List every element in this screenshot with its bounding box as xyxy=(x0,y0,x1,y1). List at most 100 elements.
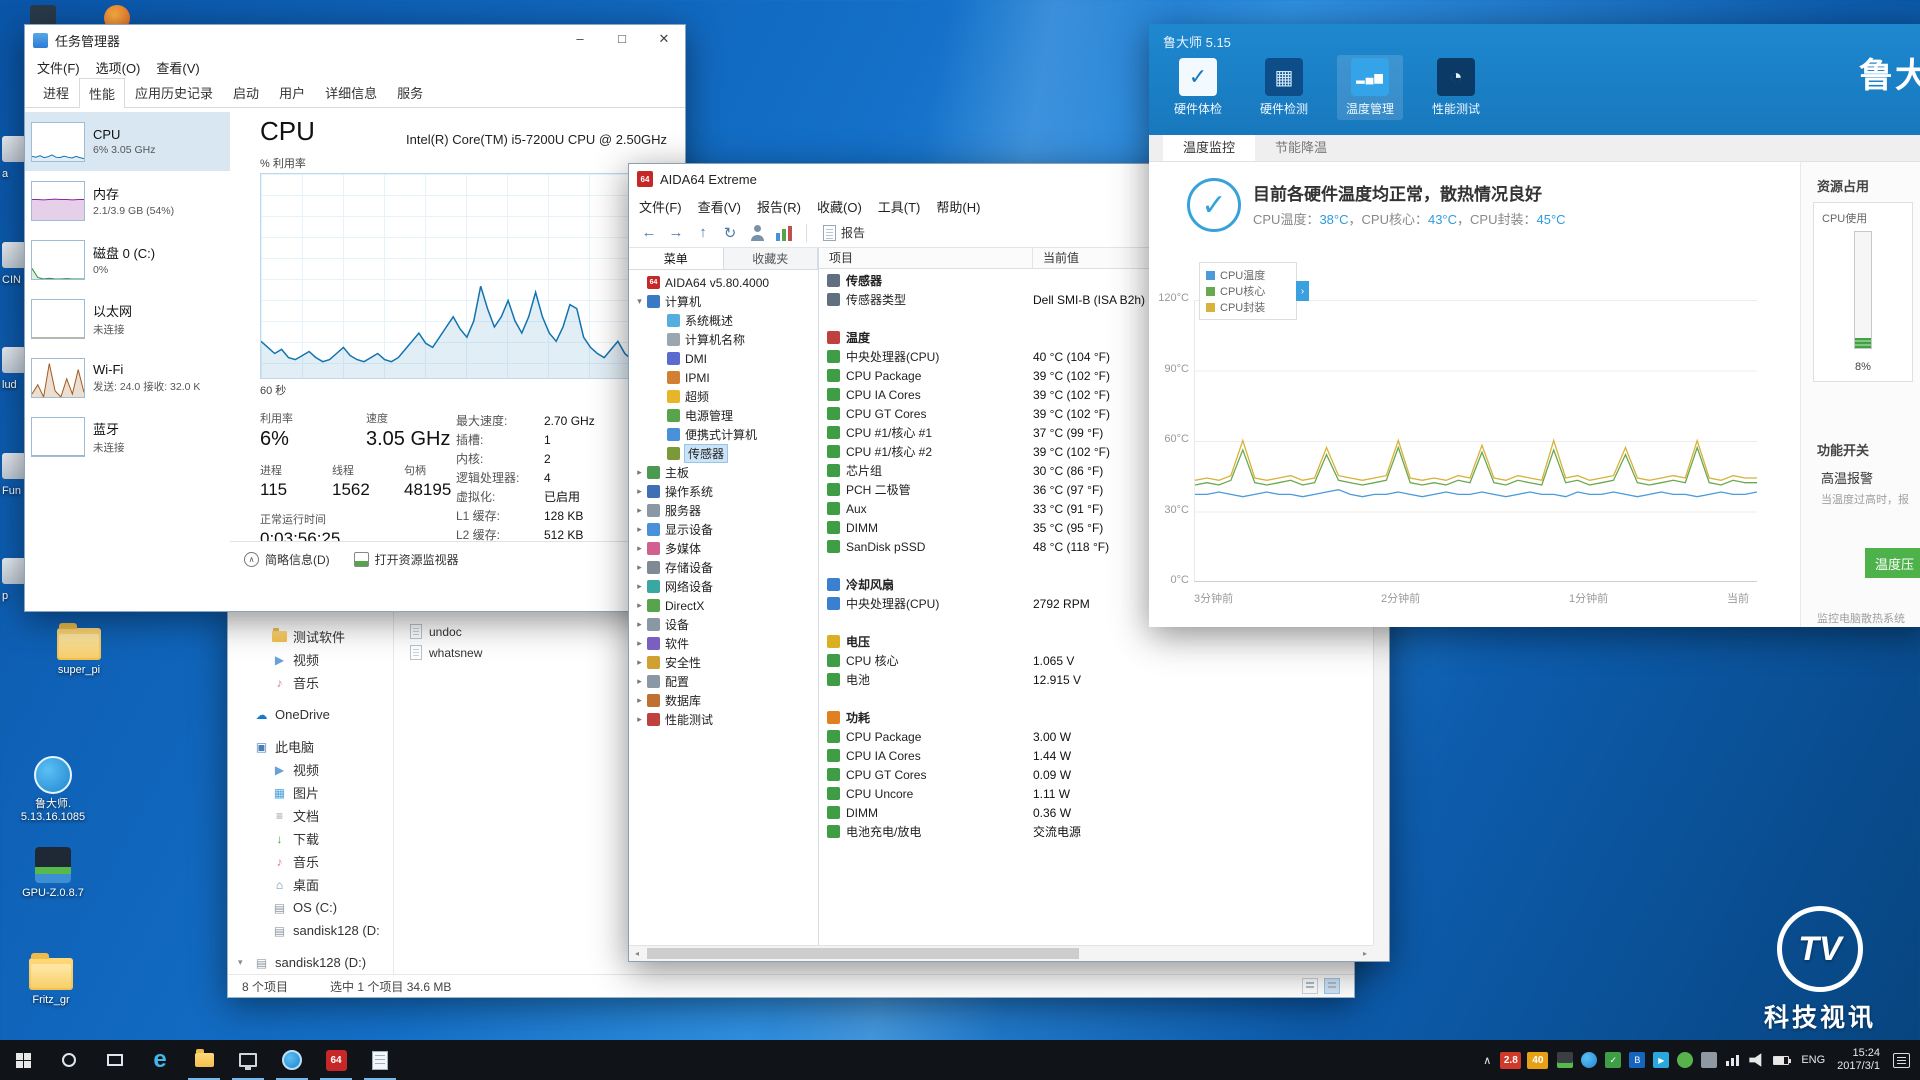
explorer-nav-item[interactable]: ♪音乐 xyxy=(228,671,393,694)
desktop-icon[interactable]: 鲁大师.5.13.16.1085 xyxy=(10,756,96,824)
master-lu-header[interactable]: 鲁大师 5.15 ✓硬件体检▦硬件检测▂▄▆温度管理◔性能测试 鲁大师 xyxy=(1149,24,1920,135)
tab-用户[interactable]: 用户 xyxy=(269,77,315,107)
explorer-nav-item[interactable]: ⌂桌面 xyxy=(228,873,393,896)
expand-arrow-icon[interactable]: ▸ xyxy=(633,543,646,554)
close-button[interactable] xyxy=(643,25,685,55)
tree-item[interactable]: ▸设备 xyxy=(629,615,818,634)
start-button[interactable] xyxy=(0,1040,46,1080)
expand-arrow-icon[interactable]: ▸ xyxy=(633,619,646,630)
taskbar-edge[interactable]: e xyxy=(138,1040,182,1080)
taskbar-aida64[interactable]: 64 xyxy=(314,1040,358,1080)
scroll-right-icon[interactable]: ▸ xyxy=(1357,949,1373,958)
expand-arrow-icon[interactable]: ▸ xyxy=(633,714,646,725)
back-icon[interactable] xyxy=(637,221,661,245)
desktop-icon-partial[interactable]: a xyxy=(2,136,26,180)
tab-应用历史记录[interactable]: 应用历史记录 xyxy=(125,77,223,107)
action-center-icon[interactable] xyxy=(1893,1053,1910,1068)
expand-arrow-icon[interactable]: ▸ xyxy=(633,657,646,668)
menu-item[interactable]: 文件(F) xyxy=(631,197,690,216)
explorer-nav-item[interactable]: ▤OS (C:) xyxy=(228,896,393,919)
perf-item-disk[interactable]: 磁盘 0 (C:)0% xyxy=(25,230,230,289)
tab-温度监控[interactable]: 温度监控 xyxy=(1163,135,1255,161)
expand-arrow-icon[interactable]: ▸ xyxy=(633,524,646,535)
tree-item[interactable]: ▸多媒体 xyxy=(629,539,818,558)
tab-服务[interactable]: 服务 xyxy=(387,77,433,107)
master-lu-tray-icon[interactable] xyxy=(1581,1052,1597,1068)
sensor-row[interactable]: CPU 核心1.065 V xyxy=(819,651,1373,670)
menu-item[interactable]: 查看(V) xyxy=(690,197,749,216)
tree-item[interactable]: ▸安全性 xyxy=(629,653,818,672)
panel-tab-菜单[interactable]: 菜单 xyxy=(629,248,724,269)
scrollbar-thumb[interactable] xyxy=(647,948,1079,959)
clock[interactable]: 15:24 2017/3/1 xyxy=(1837,1047,1880,1073)
tree-item[interactable]: DMI xyxy=(629,349,818,368)
sensor-row[interactable]: CPU GT Cores0.09 W xyxy=(819,765,1373,784)
task-manager-titlebar[interactable]: 任务管理器 xyxy=(25,25,685,55)
expand-arrow-icon[interactable]: ▸ xyxy=(633,486,646,497)
taskbar-file-explorer[interactable] xyxy=(182,1040,226,1080)
tree-item[interactable]: 传感器 xyxy=(629,444,818,463)
explorer-nav-item[interactable]: 测试软件 xyxy=(228,625,393,648)
tree-item[interactable]: 超频 xyxy=(629,387,818,406)
menu-item[interactable]: 帮助(H) xyxy=(928,197,988,216)
collapse-arrow-icon[interactable]: ▾ xyxy=(633,296,646,307)
minimize-button[interactable] xyxy=(559,25,601,55)
nav-item-temp[interactable]: ▂▄▆温度管理 xyxy=(1337,55,1403,120)
desktop-icon-partial[interactable]: p xyxy=(2,558,26,602)
tab-节能降温[interactable]: 节能降温 xyxy=(1255,135,1347,161)
taskbar-notepad[interactable] xyxy=(358,1040,402,1080)
expand-arrow-icon[interactable]: ▸ xyxy=(633,505,646,516)
perf-item-eth[interactable]: 以太网未连接 xyxy=(25,289,230,348)
sensor-row[interactable]: DIMM0.36 W xyxy=(819,803,1373,822)
nav-item-bench[interactable]: ◔性能测试 xyxy=(1423,55,1489,120)
tree-item[interactable]: 系统概述 xyxy=(629,311,818,330)
tree-item[interactable]: ▸DirectX xyxy=(629,596,818,615)
menu-item[interactable]: 选项(O) xyxy=(88,58,149,77)
up-icon[interactable] xyxy=(691,221,715,245)
desktop-icon[interactable]: super_pi xyxy=(36,622,122,677)
search-button[interactable] xyxy=(46,1040,92,1080)
perf-item-wifi[interactable]: Wi-Fi发送: 24.0 接收: 32.0 K xyxy=(25,348,230,407)
maximize-button[interactable] xyxy=(601,25,643,55)
temp-badge[interactable]: 40 xyxy=(1527,1052,1548,1069)
perf-item-mem[interactable]: 内存2.1/3.9 GB (54%) xyxy=(25,171,230,230)
tree-item[interactable]: 电源管理 xyxy=(629,406,818,425)
power-saver-tray-icon[interactable] xyxy=(1677,1052,1693,1068)
task-view-button[interactable] xyxy=(92,1040,138,1080)
tree-item[interactable]: ▸数据库 xyxy=(629,691,818,710)
tree-item[interactable]: ▾计算机 xyxy=(629,292,818,311)
horizontal-scrollbar[interactable]: ◂ ▸ xyxy=(629,945,1373,961)
explorer-nav-item[interactable]: ▦图片 xyxy=(228,781,393,804)
explorer-nav-item[interactable]: ♪音乐 xyxy=(228,850,393,873)
refresh-icon[interactable] xyxy=(718,221,742,245)
tree-item[interactable]: 计算机名称 xyxy=(629,330,818,349)
expand-arrow-icon[interactable]: ▸ xyxy=(633,600,646,611)
expand-arrow-icon[interactable]: ▸ xyxy=(633,562,646,573)
tree-item[interactable]: IPMI xyxy=(629,368,818,387)
desktop-icon-partial[interactable]: CIN xyxy=(2,242,26,286)
expand-arrow-icon[interactable]: ▸ xyxy=(633,581,646,592)
tree-item[interactable]: ▸软件 xyxy=(629,634,818,653)
tree-item[interactable]: ▸网络设备 xyxy=(629,577,818,596)
input-language-indicator[interactable]: ENG xyxy=(1798,1054,1828,1066)
expand-arrow-icon[interactable]: ▸ xyxy=(633,638,646,649)
perf-item-bt[interactable]: 蓝牙未连接 xyxy=(25,407,230,466)
desktop-icon-partial[interactable]: lud xyxy=(2,347,26,391)
explorer-nav-item[interactable]: ☁OneDrive xyxy=(228,703,393,726)
tree-item[interactable]: ▸配置 xyxy=(629,672,818,691)
sensor-row[interactable]: CPU Uncore1.11 W xyxy=(819,784,1373,803)
fewer-details-link[interactable]: 简略信息(D) xyxy=(244,551,330,568)
open-resource-monitor-link[interactable]: 打开资源监视器 xyxy=(354,551,459,568)
explorer-nav-item[interactable]: ▶视频 xyxy=(228,758,393,781)
security-tray-icon[interactable]: ✓ xyxy=(1605,1052,1621,1068)
explorer-nav-item[interactable]: ▾▤sandisk128 (D:) xyxy=(228,951,393,974)
explorer-nav-item[interactable]: ▶视频 xyxy=(228,648,393,671)
forward-icon[interactable] xyxy=(664,221,688,245)
sensor-row[interactable]: CPU Package3.00 W xyxy=(819,727,1373,746)
users-icon[interactable] xyxy=(747,223,767,243)
report-button[interactable]: 报告 xyxy=(817,224,871,241)
gpu-z-tray-icon[interactable] xyxy=(1557,1052,1573,1068)
tab-进程[interactable]: 进程 xyxy=(33,77,79,107)
explorer-nav-item[interactable]: ≡文档 xyxy=(228,804,393,827)
tab-性能[interactable]: 性能 xyxy=(79,78,125,108)
